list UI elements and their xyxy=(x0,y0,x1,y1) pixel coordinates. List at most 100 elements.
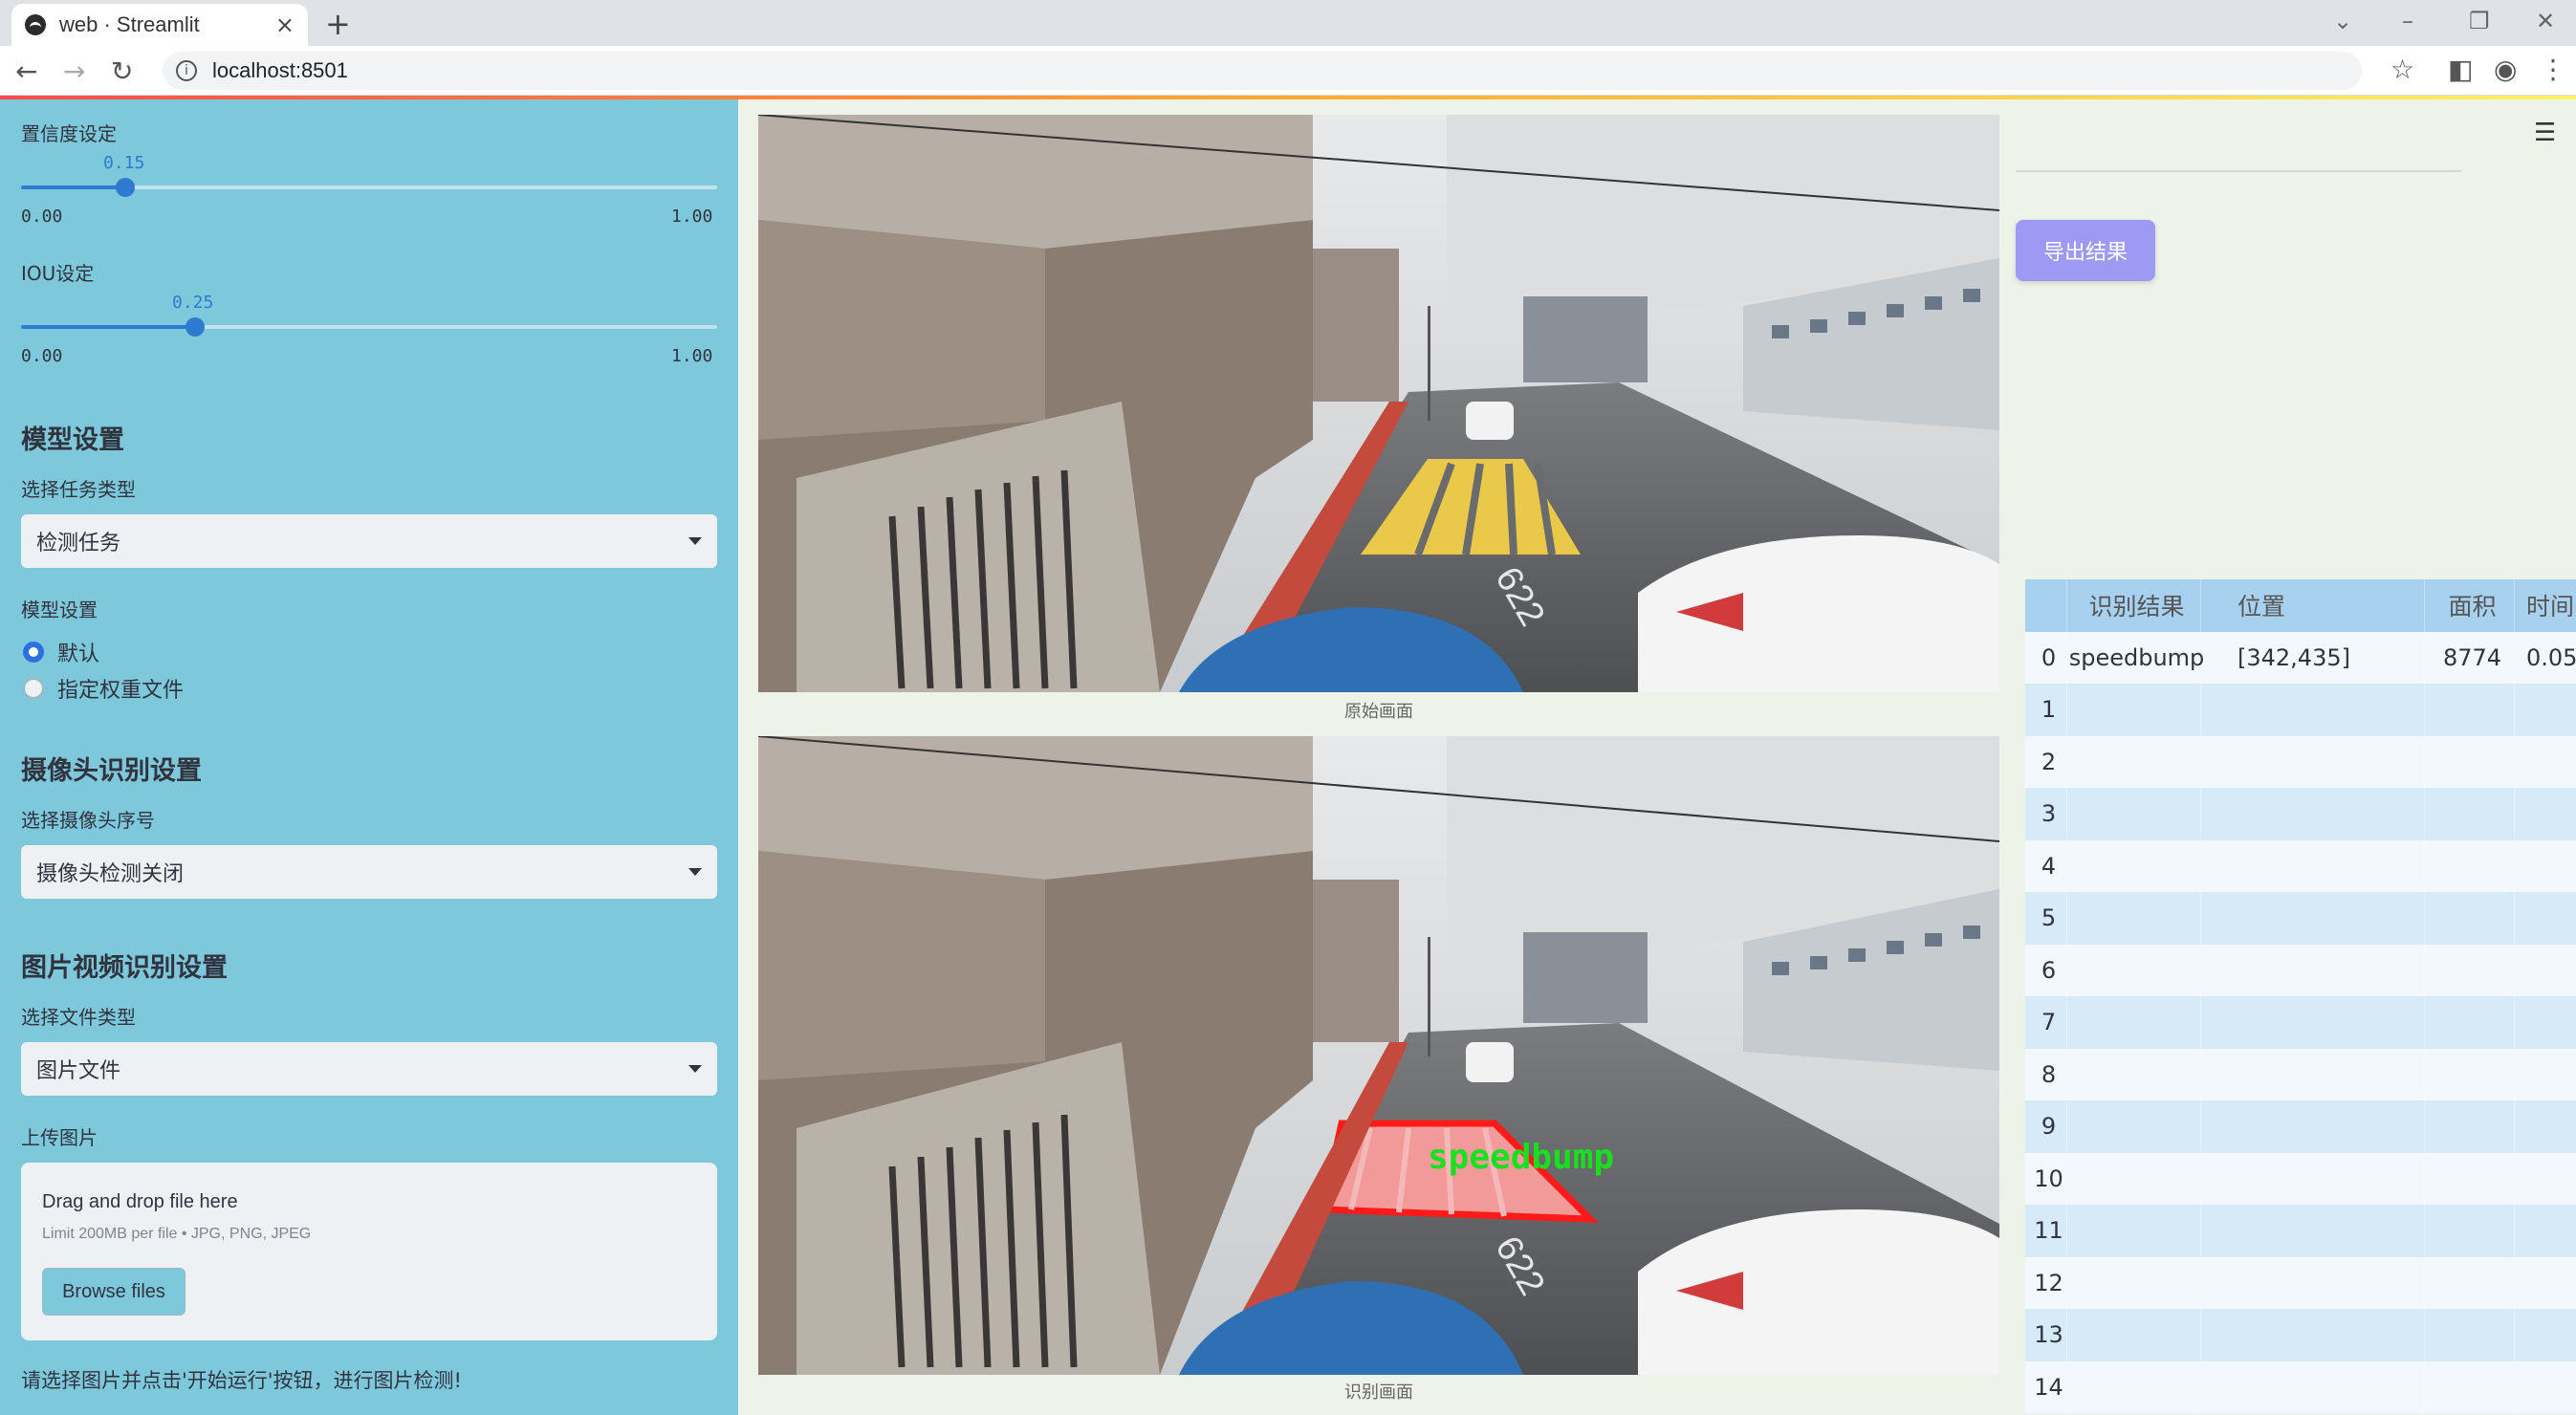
table-cell xyxy=(2067,1048,2201,1100)
address-bar-row: ← → ↻ i localhost:8501 ☆ ◧ ◉ ⋮ xyxy=(0,46,2576,96)
row-index: 5 xyxy=(2025,892,2067,945)
forward-icon[interactable]: → xyxy=(63,55,85,87)
table-cell xyxy=(2197,996,2425,1049)
minimize-icon[interactable]: – xyxy=(2402,8,2413,34)
camera-select[interactable]: 摄像头检测关闭 xyxy=(21,845,717,899)
dropzone-text: Drag and drop file here xyxy=(42,1191,238,1212)
table-cell xyxy=(2067,892,2201,945)
site-info-icon[interactable]: i xyxy=(176,60,197,81)
bookmark-star-icon[interactable]: ☆ xyxy=(2390,54,2414,85)
row-index: 8 xyxy=(2025,1048,2067,1100)
table-cell xyxy=(2425,735,2515,788)
file-uploader-dropzone[interactable]: Drag and drop file here Limit 200MB per … xyxy=(21,1163,717,1340)
row-index: 13 xyxy=(2025,1309,2067,1361)
profile-avatar-icon[interactable]: ◉ xyxy=(2494,54,2517,85)
confidence-value: 0.15 xyxy=(103,153,145,173)
browser-menu-icon[interactable]: ⋮ xyxy=(2540,54,2566,85)
table-row: 11 xyxy=(2025,1205,2576,1257)
url-text: localhost:8501 xyxy=(212,58,348,82)
iou-value: 0.25 xyxy=(172,293,214,313)
result-caption: 识别画面 xyxy=(1344,1382,1413,1403)
table-cell: 0.05 xyxy=(2515,632,2576,685)
table-cell xyxy=(2197,1205,2425,1257)
chevron-down-icon xyxy=(688,1065,702,1073)
back-icon[interactable]: ← xyxy=(15,55,37,87)
restore-icon[interactable]: ❐ xyxy=(2469,8,2490,34)
iou-slider[interactable] xyxy=(21,317,717,337)
tab-close-icon[interactable]: × xyxy=(275,11,295,38)
table-cell xyxy=(2515,1257,2576,1310)
table-cell xyxy=(2067,735,2201,788)
table-cell xyxy=(2067,1205,2201,1257)
table-cell xyxy=(2515,996,2576,1049)
row-index: 7 xyxy=(2025,996,2067,1049)
reload-icon[interactable]: ↻ xyxy=(111,55,133,87)
detection-label: speedbump xyxy=(1428,1138,1614,1177)
file-type-label: 选择文件类型 xyxy=(21,1006,136,1029)
table-cell: 识别结果 xyxy=(2067,579,2201,632)
tab-list-chevron-icon[interactable]: ⌄ xyxy=(2333,8,2352,34)
divider xyxy=(2016,170,2461,172)
table-cell xyxy=(2425,684,2515,736)
table-row: 10 xyxy=(2025,1152,2576,1205)
confidence-slider[interactable] xyxy=(21,178,717,197)
task-type-value: 检测任务 xyxy=(36,532,121,555)
file-type-select[interactable]: 图片文件 xyxy=(21,1042,717,1096)
result-image: speedbump 622 xyxy=(758,736,1999,1375)
window-close-icon[interactable]: ✕ xyxy=(2536,8,2555,34)
table-cell xyxy=(2425,892,2515,945)
iou-slider-thumb[interactable] xyxy=(186,317,205,337)
table-row: 2 xyxy=(2025,735,2576,788)
chevron-down-icon xyxy=(688,537,702,545)
table-cell: 8774 xyxy=(2425,631,2515,684)
table-cell xyxy=(2515,684,2576,736)
radio-selected-icon xyxy=(23,642,44,663)
table-cell xyxy=(2425,1256,2515,1309)
browser-tab[interactable]: web · Streamlit × xyxy=(11,4,308,46)
side-panel-icon[interactable]: ◧ xyxy=(2448,54,2473,85)
table-cell xyxy=(2425,1309,2515,1361)
table-cell xyxy=(2515,840,2576,893)
radio-unselected-icon xyxy=(23,678,44,699)
table-cell: [342,435] xyxy=(2197,631,2425,684)
model-setting-label: 模型设置 xyxy=(21,599,98,621)
new-tab-icon[interactable]: + xyxy=(325,6,351,42)
table-header: 识别结果 位置 面积 时间 xyxy=(2025,579,2576,632)
table-cell xyxy=(2197,892,2425,945)
original-image: 622 xyxy=(758,115,1999,692)
radio-default[interactable]: 默认 xyxy=(23,637,99,667)
row-index: 10 xyxy=(2025,1152,2067,1205)
table-cell xyxy=(2515,892,2576,945)
table-cell xyxy=(2067,1256,2201,1309)
table-cell: 时间 xyxy=(2515,579,2576,632)
table-cell xyxy=(2197,1256,2425,1309)
table-row: 0 speedbump [342,435] 8774 0.05 xyxy=(2025,631,2576,685)
row-index: 9 xyxy=(2025,1100,2067,1153)
iou-label: IOU设定 xyxy=(21,262,95,285)
table-cell xyxy=(2515,945,2576,997)
camera-index-label: 选择摄像头序号 xyxy=(21,809,155,832)
confidence-slider-fill xyxy=(21,185,126,189)
table-cell xyxy=(2425,839,2515,892)
task-type-select[interactable]: 检测任务 xyxy=(21,514,717,568)
export-results-button[interactable]: 导出结果 xyxy=(2016,220,2155,281)
confidence-label: 置信度设定 xyxy=(21,122,117,145)
table-cell xyxy=(2067,684,2201,736)
table-cell xyxy=(2425,788,2515,840)
table-cell xyxy=(2425,996,2515,1049)
media-settings-heading: 图片视频识别设置 xyxy=(21,953,228,983)
confidence-min: 0.00 xyxy=(21,207,63,227)
url-field[interactable]: i localhost:8501 xyxy=(163,52,2362,90)
table-cell xyxy=(2425,1100,2515,1153)
browse-files-button[interactable]: Browse files xyxy=(42,1268,186,1316)
table-cell xyxy=(2067,1361,2201,1413)
table-cell xyxy=(2515,1100,2576,1153)
model-settings-heading: 模型设置 xyxy=(21,425,124,455)
hamburger-menu-icon[interactable]: ☰ xyxy=(2534,119,2556,147)
dropzone-limit: Limit 200MB per file • JPG, PNG, JPEG xyxy=(42,1226,312,1242)
results-table: 识别结果 位置 面积 时间 0 speedbump [342,435] 8774 0.05 1 2 3… xyxy=(2025,579,2576,1413)
radio-custom-weights[interactable]: 指定权重文件 xyxy=(23,673,184,704)
file-type-value: 图片文件 xyxy=(36,1059,121,1083)
confidence-slider-thumb[interactable] xyxy=(116,178,136,197)
table-cell xyxy=(2425,944,2515,996)
